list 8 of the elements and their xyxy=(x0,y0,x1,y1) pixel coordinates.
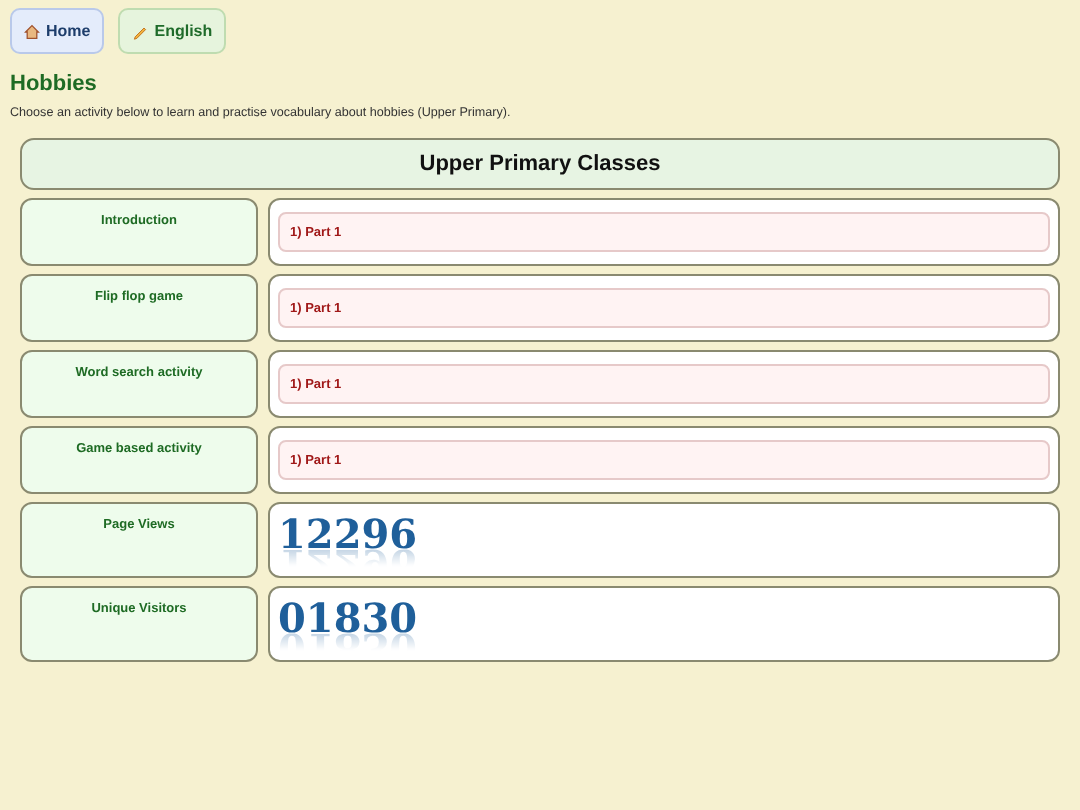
counter-digits: 01830 xyxy=(278,598,418,638)
house-icon xyxy=(24,23,40,39)
table-heading: Upper Primary Classes xyxy=(20,138,1060,190)
home-button[interactable]: Home xyxy=(10,8,105,54)
pencil-icon xyxy=(132,23,149,39)
subject-button[interactable]: English xyxy=(118,8,227,54)
page-title: Hobbies xyxy=(10,72,99,96)
counter-digits: 12296 xyxy=(278,514,418,554)
